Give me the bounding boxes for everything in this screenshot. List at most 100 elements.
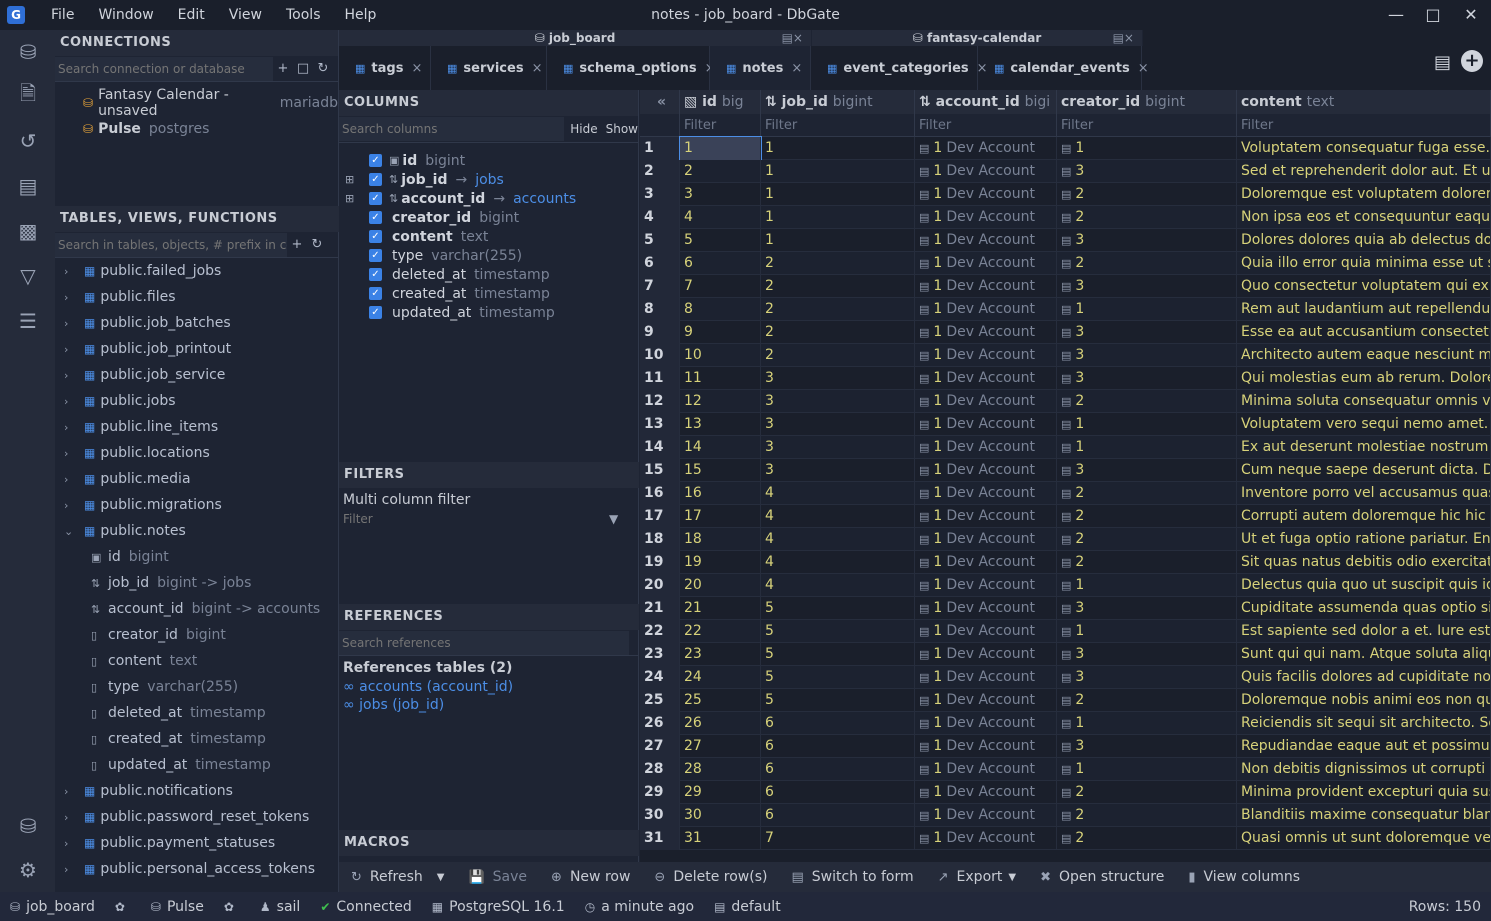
refresh-button[interactable]: ↻ Refresh ▼ <box>339 862 456 892</box>
tree-column-item[interactable]: ▯ updated_at timestamp <box>55 752 339 778</box>
cell-creator-id[interactable]: ▤ 3 <box>1057 160 1237 183</box>
delete-rows-button[interactable]: ⊖ Delete row(s) <box>642 862 779 892</box>
table-item[interactable]: › ▦ public.jobs <box>55 388 339 414</box>
table-item[interactable]: › ▦ public.job_printout <box>55 336 339 362</box>
tables-search-input[interactable] <box>55 232 287 257</box>
table-row[interactable]: 30 30 6 ▤ 1 Dev Account ▤ 2 Blanditiis maxime co… <box>640 804 1491 827</box>
cell-content[interactable]: Doloremque est voluptatem dolorem. <box>1237 183 1491 206</box>
table-item[interactable]: ⌄ ▦ public.notes <box>55 518 339 544</box>
cell-job-id[interactable]: 4 <box>761 574 915 597</box>
reference-icon[interactable]: ▤ <box>919 579 929 592</box>
cell-id[interactable]: 22 <box>680 620 761 643</box>
table-row[interactable]: 21 21 5 ▤ 1 Dev Account ▤ 3 Cupiditate assumenda… <box>640 597 1491 620</box>
cell-content[interactable]: Esse ea aut accusantium consectetur a <box>1237 321 1491 344</box>
reference-icon[interactable]: ▤ <box>919 717 929 730</box>
hide-columns-button[interactable]: Hide <box>570 122 597 136</box>
row-number[interactable]: 15 <box>640 459 680 482</box>
row-number[interactable]: 6 <box>640 252 680 275</box>
column-checkbox[interactable]: ✓ <box>369 287 382 300</box>
chevron-right-icon[interactable]: › <box>64 499 76 512</box>
chevron-down-icon[interactable]: ⌄ <box>64 525 76 538</box>
tab-event-categories[interactable]: ▦ event_categories × <box>811 46 988 90</box>
cell-creator-id[interactable]: ▤ 2 <box>1057 482 1237 505</box>
cell-account-id[interactable]: ▤ 1 Dev Account <box>915 735 1057 758</box>
menu-tools[interactable]: Tools <box>274 7 333 23</box>
cell-id[interactable]: 28 <box>680 758 761 781</box>
cell-job-id[interactable]: 5 <box>761 597 915 620</box>
cell-id[interactable]: 4 <box>680 206 761 229</box>
column-row[interactable]: ⊞ ✓ ⇅ account_id → accounts <box>339 189 638 208</box>
reference-icon[interactable]: ▤ <box>1061 142 1071 155</box>
cell-id[interactable]: 18 <box>680 528 761 551</box>
cell-job-id[interactable]: 2 <box>761 275 915 298</box>
cell-account-id[interactable]: ▤ 1 Dev Account <box>915 390 1057 413</box>
tab-notes[interactable]: ▦ notes × <box>710 46 811 90</box>
cell-account-id[interactable]: ▤ 1 Dev Account <box>915 137 1057 160</box>
connection-item[interactable]: ⛁ Pulse postgres <box>55 116 338 142</box>
close-tab-icon[interactable]: × <box>791 61 802 76</box>
menu-window[interactable]: Window <box>86 7 165 23</box>
column-row[interactable]: ✓ type varchar(255) <box>339 246 638 265</box>
tree-column-item[interactable]: ▯ deleted_at timestamp <box>55 700 339 726</box>
cell-creator-id[interactable]: ▤ 3 <box>1057 321 1237 344</box>
reference-icon[interactable]: ▤ <box>1061 602 1071 615</box>
column-checkbox[interactable]: ✓ <box>369 268 382 281</box>
cell-account-id[interactable]: ▤ 1 Dev Account <box>915 482 1057 505</box>
column-row[interactable]: ⊞ ✓ ⇅ job_id → jobs <box>339 170 638 189</box>
row-number[interactable]: 4 <box>640 206 680 229</box>
cell-id[interactable]: 30 <box>680 804 761 827</box>
table-row[interactable]: 6 6 2 ▤ 1 Dev Account ▤ 2 Quia illo error quia m… <box>640 252 1491 275</box>
table-row[interactable]: 19 19 4 ▤ 1 Dev Account ▤ 2 Sit quas natus debit… <box>640 551 1491 574</box>
cell-job-id[interactable]: 3 <box>761 367 915 390</box>
cell-id[interactable]: 23 <box>680 643 761 666</box>
cell-job-id[interactable]: 5 <box>761 689 915 712</box>
reference-icon[interactable]: ▤ <box>919 142 929 155</box>
table-row[interactable]: 26 26 6 ▤ 1 Dev Account ▤ 1 Reiciendis sit sequi… <box>640 712 1491 735</box>
switch-to-form-button[interactable]: ▤ Switch to form <box>779 862 925 892</box>
cell-creator-id[interactable]: ▤ 2 <box>1057 689 1237 712</box>
table-row[interactable]: 18 18 4 ▤ 1 Dev Account ▤ 2 Ut et fuga optio rat… <box>640 528 1491 551</box>
filter-icon[interactable]: ▼ <box>609 512 618 526</box>
filter-creator-id[interactable]: Filter <box>1057 114 1237 137</box>
cell-job-id[interactable]: 1 <box>761 229 915 252</box>
cell-content[interactable]: Cupiditate assumenda quas optio sint <box>1237 597 1491 620</box>
cell-content[interactable]: Cum neque saepe deserunt dicta. Dist <box>1237 459 1491 482</box>
cell-content[interactable]: Sit quas natus debitis odio exercitation <box>1237 551 1491 574</box>
chevron-right-icon[interactable]: › <box>64 473 76 486</box>
reference-icon[interactable]: ▤ <box>1061 165 1071 178</box>
minimize-icon[interactable]: — <box>1381 4 1411 26</box>
cell-job-id[interactable]: 5 <box>761 643 915 666</box>
reference-icon[interactable]: ▤ <box>919 625 929 638</box>
tree-column-item[interactable]: ⇅ job_id bigint -> jobs <box>55 570 339 596</box>
row-number[interactable]: 16 <box>640 482 680 505</box>
cell-creator-id[interactable]: ▤ 1 <box>1057 298 1237 321</box>
cell-content[interactable]: Voluptatem consequatur fuga esse. Qu <box>1237 137 1491 160</box>
menu-view[interactable]: View <box>217 7 274 23</box>
reference-link-accounts[interactable]: ∞ accounts (account_id) <box>339 678 639 696</box>
reference-icon[interactable]: ▤ <box>919 188 929 201</box>
tree-column-item[interactable]: ▯ creator_id bigint <box>55 622 339 648</box>
cell-job-id[interactable]: 4 <box>761 551 915 574</box>
reference-icon[interactable]: ▤ <box>1061 280 1071 293</box>
row-number[interactable]: 25 <box>640 689 680 712</box>
row-number[interactable]: 28 <box>640 758 680 781</box>
cell-id[interactable]: 15 <box>680 459 761 482</box>
reference-icon[interactable]: ▤ <box>1061 372 1071 385</box>
row-number[interactable]: 7 <box>640 275 680 298</box>
tree-column-item[interactable]: ▯ content text <box>55 648 339 674</box>
reference-icon[interactable]: ▤ <box>919 372 929 385</box>
cell-job-id[interactable]: 2 <box>761 344 915 367</box>
table-row[interactable]: 4 4 1 ▤ 1 Dev Account ▤ 2 Non ipsa eos et conseq… <box>640 206 1491 229</box>
cell-job-id[interactable]: 1 <box>761 206 915 229</box>
column-checkbox[interactable]: ✓ <box>369 154 382 167</box>
row-number[interactable]: 2 <box>640 160 680 183</box>
chevron-right-icon[interactable]: › <box>64 317 76 330</box>
reference-icon[interactable]: ▤ <box>1061 648 1071 661</box>
reference-icon[interactable]: ▤ <box>1061 395 1071 408</box>
row-number[interactable]: 12 <box>640 390 680 413</box>
column-checkbox[interactable]: ✓ <box>369 192 382 205</box>
cell-job-id[interactable]: 3 <box>761 436 915 459</box>
connection-search-input[interactable] <box>55 56 273 81</box>
table-row[interactable]: 14 14 3 ▤ 1 Dev Account ▤ 1 Ex aut deserunt mole… <box>640 436 1491 459</box>
cell-creator-id[interactable]: ▤ 2 <box>1057 827 1237 850</box>
